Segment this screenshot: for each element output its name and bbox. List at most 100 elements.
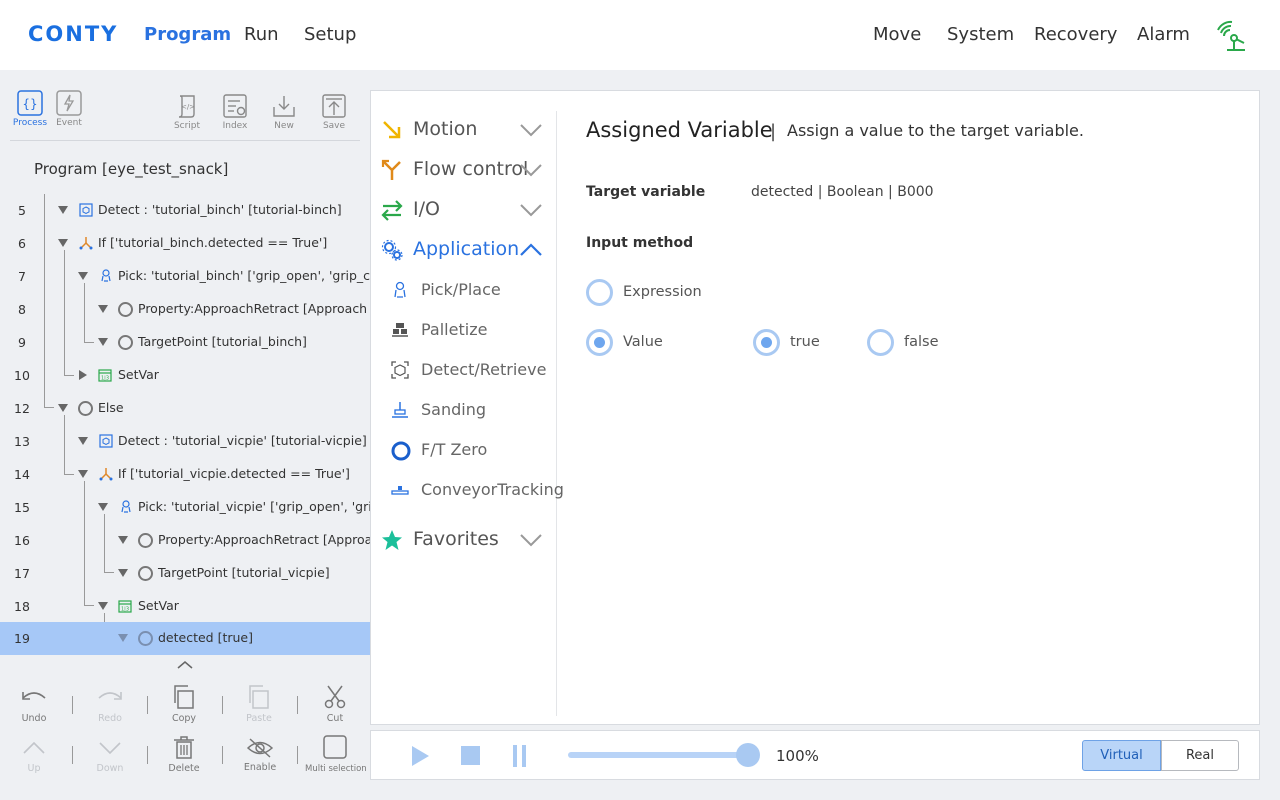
script-button[interactable]: </> Script: [167, 93, 207, 131]
nav-run[interactable]: Run: [244, 24, 279, 45]
top-header: CONTY Program Run Setup Move System Reco…: [0, 0, 1280, 70]
cut-label: Cut: [326, 713, 344, 724]
tree-row-7[interactable]: 7 Pick: 'tutorial_binch' ['grip_open', '…: [0, 260, 370, 293]
virtual-mode-button[interactable]: Virtual: [1082, 740, 1161, 771]
collapse-arrow-icon[interactable]: [98, 602, 108, 610]
checkbox-icon: [323, 735, 347, 759]
chevron-down-icon[interactable]: [519, 123, 543, 137]
category-motion[interactable]: Motion: [413, 118, 477, 140]
up-button[interactable]: Up: [4, 736, 64, 774]
nav-recovery[interactable]: Recovery: [1034, 24, 1117, 45]
delete-button[interactable]: Delete: [154, 735, 214, 774]
expand-arrow-icon[interactable]: [79, 370, 87, 380]
app-ft-zero[interactable]: F/T Zero: [421, 440, 487, 459]
chevron-down-icon[interactable]: [519, 163, 543, 177]
tree-row-8[interactable]: 8 Property:ApproachRetract [Approach : 1…: [0, 293, 370, 326]
real-mode-button[interactable]: Real: [1161, 740, 1239, 771]
copy-button[interactable]: Copy: [154, 684, 214, 724]
nav-alarm[interactable]: Alarm: [1137, 24, 1190, 45]
tree-row-12[interactable]: 12 Else: [0, 392, 370, 425]
enable-button[interactable]: Enable: [230, 737, 290, 773]
speed-slider-track[interactable]: [568, 752, 748, 758]
process-tab-label: Process: [12, 118, 48, 128]
row-number: 6: [18, 236, 26, 251]
collapse-arrow-icon[interactable]: [78, 272, 88, 280]
collapse-arrow-icon[interactable]: [58, 206, 68, 214]
chevron-up-icon[interactable]: [176, 660, 194, 670]
star-icon: [382, 530, 402, 550]
app-pick-place[interactable]: Pick/Place: [421, 280, 501, 299]
row-text: TargetPoint [tutorial_binch]: [138, 334, 307, 349]
collapse-arrow-icon[interactable]: [78, 437, 88, 445]
tree-row-13[interactable]: 13 Detect : 'tutorial_vicpie' [tutorial-…: [0, 425, 370, 458]
circle-node-icon: [118, 335, 133, 350]
copy-icon: [174, 685, 194, 709]
collapse-arrow-icon[interactable]: [98, 305, 108, 313]
category-favorites[interactable]: Favorites: [413, 528, 499, 550]
multi-selection-button[interactable]: Multi selection: [305, 735, 367, 774]
collapse-arrow-icon[interactable]: [118, 634, 128, 642]
undo-button[interactable]: Undo: [4, 686, 64, 724]
chevron-down-icon[interactable]: [519, 203, 543, 217]
conveyor-icon: [391, 486, 409, 495]
app-sanding[interactable]: Sanding: [421, 400, 486, 419]
collapse-arrow-icon[interactable]: [78, 470, 88, 478]
circle-node-icon: [78, 401, 93, 416]
redo-button[interactable]: Redo: [80, 686, 140, 724]
collapse-arrow-icon[interactable]: [118, 536, 128, 544]
robot-connection-icon[interactable]: [1212, 18, 1248, 54]
index-button[interactable]: Index: [215, 93, 255, 131]
collapse-arrow-icon[interactable]: [58, 239, 68, 247]
palletize-icon: [392, 323, 408, 337]
circle-node-icon: [138, 566, 153, 581]
paste-button[interactable]: Paste: [229, 684, 289, 724]
tree-row-19-selected[interactable]: 19 detected [true]: [0, 622, 370, 655]
down-button[interactable]: Down: [80, 736, 140, 774]
tree-row-14[interactable]: 14 If ['tutorial_vicpie.detected == True…: [0, 458, 370, 491]
script-label: Script: [173, 121, 201, 131]
tree-row-9[interactable]: 9 TargetPoint [tutorial_binch]: [0, 326, 370, 359]
collapse-arrow-icon[interactable]: [98, 338, 108, 346]
true-radio[interactable]: [753, 329, 780, 356]
tree-row-17[interactable]: 17 TargetPoint [tutorial_vicpie]: [0, 557, 370, 590]
app-detect-retrieve[interactable]: Detect/Retrieve: [421, 360, 546, 379]
speed-slider-handle[interactable]: [736, 743, 760, 767]
tree-row-16[interactable]: 16 Property:ApproachRetract [Approach: [0, 524, 370, 557]
pause-icon[interactable]: [512, 744, 528, 768]
expression-radio[interactable]: [586, 279, 613, 306]
tree-row-5[interactable]: 5 Detect : 'tutorial_binch' [tutorial-bi…: [0, 194, 370, 227]
collapse-arrow-icon[interactable]: [98, 503, 108, 511]
nav-program[interactable]: Program: [144, 24, 231, 45]
tree-row-15[interactable]: 15 Pick: 'tutorial_vicpie' ['grip_open',…: [0, 491, 370, 524]
target-variable-value[interactable]: detected | Boolean | B000: [751, 184, 934, 200]
upload-icon: [322, 94, 346, 118]
stop-icon[interactable]: [460, 745, 481, 766]
chevron-up-icon[interactable]: [519, 243, 543, 257]
tree-row-18[interactable]: 18 1|3 SetVar: [0, 590, 370, 623]
nav-setup[interactable]: Setup: [304, 24, 356, 45]
chevron-down-icon[interactable]: [519, 533, 543, 547]
save-button[interactable]: Save: [314, 93, 354, 131]
row-number: 18: [14, 599, 30, 614]
new-button[interactable]: New: [264, 93, 304, 131]
collapse-arrow-icon[interactable]: [58, 404, 68, 412]
value-radio[interactable]: [586, 329, 613, 356]
play-icon[interactable]: [409, 744, 431, 768]
app-conveyor-tracking[interactable]: ConveyorTracking: [421, 480, 564, 499]
tree-row-6[interactable]: 6 If ['tutorial_binch.detected == True']: [0, 227, 370, 260]
svg-text:</>: </>: [181, 103, 195, 111]
category-application[interactable]: Application: [413, 238, 519, 260]
false-radio[interactable]: [867, 329, 894, 356]
collapse-arrow-icon[interactable]: [118, 569, 128, 577]
dialog-description: Assign a value to the target variable.: [787, 121, 1084, 140]
category-io[interactable]: I/O: [413, 198, 440, 220]
nav-system[interactable]: System: [947, 24, 1014, 45]
lightning-icon: [56, 90, 82, 116]
cut-button[interactable]: Cut: [305, 684, 365, 724]
tree-row-10[interactable]: 10 1|3 SetVar: [0, 359, 370, 392]
event-tab[interactable]: Event: [49, 90, 89, 128]
app-palletize[interactable]: Palletize: [421, 320, 487, 339]
nav-move[interactable]: Move: [873, 24, 921, 45]
process-tab[interactable]: {} Process: [10, 90, 50, 128]
category-flow-control[interactable]: Flow control: [413, 158, 528, 180]
